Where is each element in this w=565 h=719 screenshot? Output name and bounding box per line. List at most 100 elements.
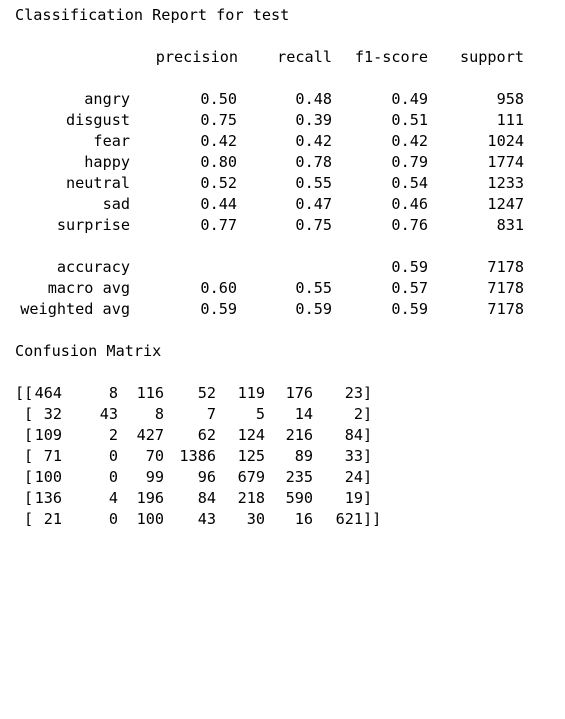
report-row-disgust: disgust 0.75 0.39 0.51 111 xyxy=(0,110,565,131)
matrix-title: Confusion Matrix xyxy=(0,341,161,362)
row-precision: 0.44 xyxy=(200,195,237,213)
matrix-cell: 125 xyxy=(237,447,265,465)
report-row-happy: happy 0.80 0.78 0.79 1774 xyxy=(0,152,565,173)
matrix-row: [ 100 0 99 96 679 235 24 ] xyxy=(0,467,565,488)
matrix-cell: 71 xyxy=(43,447,62,465)
row-recall: 0.75 xyxy=(295,216,332,234)
summary-precision: 0.59 xyxy=(200,300,237,318)
row-label: angry xyxy=(84,90,130,108)
report-title-text: Classification Report for test xyxy=(15,6,290,24)
header-support: support xyxy=(459,48,524,66)
matrix-cell: 89 xyxy=(294,447,313,465)
matrix-cell: 16 xyxy=(294,510,313,528)
summary-f1: 0.59 xyxy=(391,258,428,276)
matrix-cell: 621 xyxy=(335,510,363,528)
matrix-row: [ 71 0 70 1386 125 89 33 ] xyxy=(0,446,565,467)
summary-f1: 0.59 xyxy=(391,300,428,318)
matrix-cell: 235 xyxy=(285,468,313,486)
matrix-title-text: Confusion Matrix xyxy=(15,342,162,360)
row-recall: 0.42 xyxy=(295,132,332,150)
row-recall: 0.55 xyxy=(295,174,332,192)
report-summary-accuracy: accuracy 0.59 7178 xyxy=(0,257,565,278)
matrix-cell: 2 xyxy=(108,426,118,444)
summary-label: macro avg xyxy=(47,279,130,297)
matrix-open-bracket: [[ xyxy=(15,384,34,402)
row-support: 1247 xyxy=(487,195,524,213)
matrix-cell: 176 xyxy=(285,384,313,402)
matrix-cell: 0 xyxy=(108,447,118,465)
matrix-cell: 464 xyxy=(34,384,62,402)
row-f1: 0.46 xyxy=(391,195,428,213)
row-support: 1774 xyxy=(487,153,524,171)
row-label: sad xyxy=(102,195,130,213)
matrix-cell: 2 xyxy=(353,405,363,423)
matrix-cell: 33 xyxy=(344,447,363,465)
row-precision: 0.52 xyxy=(200,174,237,192)
report-summary-weighted-avg: weighted avg 0.59 0.59 0.59 7178 xyxy=(0,299,565,320)
row-f1: 0.79 xyxy=(391,153,428,171)
row-recall: 0.39 xyxy=(295,111,332,129)
matrix-cell: 96 xyxy=(197,468,216,486)
matrix-row: [[ 464 8 116 52 119 176 23 ] xyxy=(0,383,565,404)
row-recall: 0.48 xyxy=(295,90,332,108)
matrix-cell: 0 xyxy=(108,468,118,486)
row-label: surprise xyxy=(56,216,130,234)
row-f1: 0.76 xyxy=(391,216,428,234)
report-summary-macro-avg: macro avg 0.60 0.55 0.57 7178 xyxy=(0,278,565,299)
matrix-cell: 62 xyxy=(197,426,216,444)
row-recall: 0.47 xyxy=(295,195,332,213)
matrix-cell: 23 xyxy=(344,384,363,402)
matrix-cell: 43 xyxy=(197,510,216,528)
matrix-row: [ 136 4 196 84 218 590 19 ] xyxy=(0,488,565,509)
matrix-cell: 1386 xyxy=(179,447,216,465)
row-f1: 0.51 xyxy=(391,111,428,129)
matrix-cell: 116 xyxy=(136,384,164,402)
matrix-cell: 590 xyxy=(285,489,313,507)
summary-support: 7178 xyxy=(487,300,524,318)
matrix-row: [ 21 0 100 43 30 16 621 ]] xyxy=(0,509,565,530)
summary-recall: 0.59 xyxy=(295,300,332,318)
matrix-cell: 14 xyxy=(294,405,313,423)
row-label: fear xyxy=(93,132,130,150)
matrix-cell: 4 xyxy=(108,489,118,507)
matrix-cell: 7 xyxy=(206,405,216,423)
matrix-cell: 100 xyxy=(34,468,62,486)
header-precision: precision xyxy=(155,48,238,66)
row-support: 1233 xyxy=(487,174,524,192)
matrix-row: [ 32 43 8 7 5 14 2 ] xyxy=(0,404,565,425)
header-recall: recall xyxy=(277,48,332,66)
matrix-cell: 0 xyxy=(108,510,118,528)
row-recall: 0.78 xyxy=(295,153,332,171)
matrix-open-bracket: [ xyxy=(24,447,34,465)
summary-support: 7178 xyxy=(487,258,524,276)
matrix-cell: 84 xyxy=(344,426,363,444)
row-precision: 0.42 xyxy=(200,132,237,150)
matrix-cell: 21 xyxy=(43,510,62,528)
row-precision: 0.77 xyxy=(200,216,237,234)
matrix-cell: 109 xyxy=(34,426,62,444)
matrix-cell: 8 xyxy=(108,384,118,402)
row-precision: 0.80 xyxy=(200,153,237,171)
matrix-cell: 100 xyxy=(136,510,164,528)
matrix-close-bracket: ] xyxy=(363,447,373,465)
matrix-close-bracket: ]] xyxy=(363,510,382,528)
matrix-cell: 99 xyxy=(145,468,164,486)
matrix-open-bracket: [ xyxy=(24,489,34,507)
matrix-cell: 8 xyxy=(154,405,164,423)
matrix-open-bracket: [ xyxy=(24,468,34,486)
report-row-sad: sad 0.44 0.47 0.46 1247 xyxy=(0,194,565,215)
matrix-cell: 218 xyxy=(237,489,265,507)
matrix-close-bracket: ] xyxy=(363,468,373,486)
matrix-close-bracket: ] xyxy=(363,426,373,444)
row-f1: 0.54 xyxy=(391,174,428,192)
row-precision: 0.75 xyxy=(200,111,237,129)
row-support: 958 xyxy=(496,90,524,108)
matrix-cell: 679 xyxy=(237,468,265,486)
matrix-cell: 30 xyxy=(246,510,265,528)
matrix-cell: 43 xyxy=(99,405,118,423)
matrix-open-bracket: [ xyxy=(24,426,34,444)
matrix-cell: 216 xyxy=(285,426,313,444)
summary-precision: 0.60 xyxy=(200,279,237,297)
matrix-cell: 24 xyxy=(344,468,363,486)
report-row-fear: fear 0.42 0.42 0.42 1024 xyxy=(0,131,565,152)
